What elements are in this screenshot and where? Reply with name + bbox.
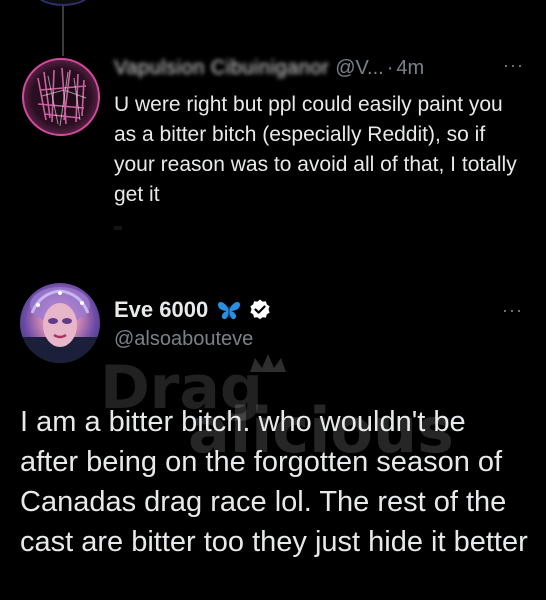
faint-mark xyxy=(114,226,122,230)
butterfly-emoji-icon xyxy=(216,299,242,321)
main-name-row: Eve 6000 xyxy=(114,296,272,324)
main-author-handle[interactable]: @alsoabouteve xyxy=(114,328,253,351)
thread-connector-line xyxy=(62,0,64,56)
main-avatar-art xyxy=(20,287,100,363)
verified-badge-icon xyxy=(248,298,272,322)
reply-author-name[interactable]: Vapulsion Cibuiniganor xyxy=(114,57,329,79)
main-more-icon[interactable]: ··· xyxy=(502,300,523,321)
reply-author-handle[interactable]: @V... xyxy=(335,57,383,79)
reply-separator: · xyxy=(386,57,394,79)
main-author-name[interactable]: Eve 6000 xyxy=(114,297,208,323)
reply-text: U were right but ppl could easily paint … xyxy=(114,93,517,206)
reply-avatar[interactable] xyxy=(22,58,100,136)
reply-header: Vapulsion Cibuiniganor @V... · 4m ··· xyxy=(114,55,524,81)
reply-more-icon[interactable]: ··· xyxy=(503,55,524,76)
reply-timestamp[interactable]: 4m xyxy=(396,57,424,79)
main-avatar[interactable] xyxy=(20,283,100,363)
previous-avatar-edge xyxy=(34,0,92,6)
reply-avatar-art xyxy=(37,67,87,127)
main-tweet-text: I am a bitter bitch. who wouldn't be aft… xyxy=(20,406,528,558)
